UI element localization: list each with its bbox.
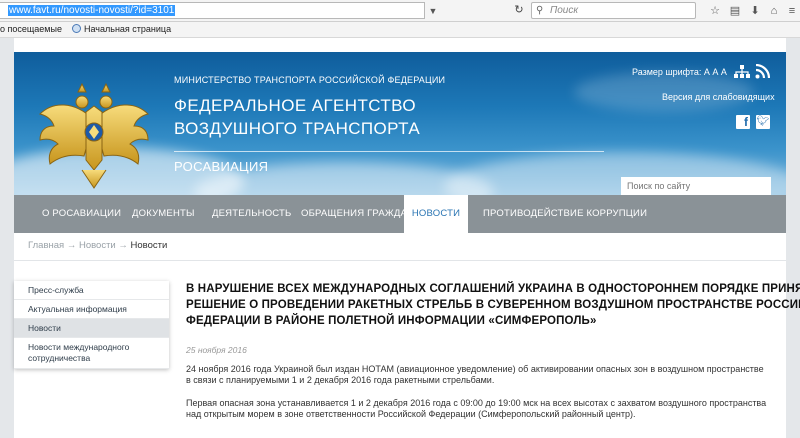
browser-search-placeholder: Поиск [550,5,579,16]
breadcrumb-section[interactable]: Новости [79,240,116,251]
search-icon: ⚲ [536,5,544,16]
low-vision-link[interactable]: Версия для слабовидящих [662,92,775,102]
breadcrumb-current: Новости [130,240,168,251]
nav-item-appeals[interactable]: ОБРАЩЕНИЯ ГРАЖДАН [301,195,414,233]
bookmark-home-page[interactable]: Начальная страница [72,22,171,37]
address-bar[interactable]: www.favt.ru/novosti-novosti/?id=3101 [0,2,425,19]
reload-icon[interactable]: ↻ [512,3,526,17]
font-size-switcher[interactable]: Размер шрифта: А А А [632,67,727,77]
twitter-icon[interactable]: 🐦︎ [756,115,770,129]
sidebar-item-international-news[interactable]: Новости международного сотрудничества [14,338,169,369]
nav-item-about[interactable]: О РОСАВИАЦИИ [42,195,121,233]
breadcrumb: Главная → Новости → Новости [28,240,167,251]
bookmarks-bar: о посещаемые Начальная страница [0,22,800,38]
facebook-icon[interactable]: f [736,115,750,129]
nav-item-anticorruption[interactable]: ПРОТИВОДЕЙСТВИЕ КОРРУПЦИИ [483,195,647,233]
article-paragraph: Первая опасная зона устанавливается 1 и … [186,398,767,419]
article-title: В НАРУШЕНИЕ ВСЕХ МЕЖДУНАРОДНЫХ СОГЛАШЕНИ… [186,283,800,327]
site-header: МИНИСТЕРСТВО ТРАНСПОРТА РОССИЙСКОЙ ФЕДЕР… [14,52,786,195]
browser-toolbar: www.favt.ru/novosti-novosti/?id=3101 ▼ ↻… [0,0,800,22]
download-icon[interactable]: ⬇ [748,4,762,18]
sidebar-item-press[interactable]: Пресс-служба [14,281,169,300]
breadcrumb-separator: → [66,240,77,251]
breadcrumb-home[interactable]: Главная [28,240,64,251]
ministry-name: МИНИСТЕРСТВО ТРАНСПОРТА РОССИЙСКОЙ ФЕДЕР… [174,75,446,85]
nav-item-news[interactable]: НОВОСТИ [404,195,468,233]
main-navigation: О РОСАВИАЦИИ ДОКУМЕНТЫ ДЕЯТЕЛЬНОСТЬ ОБРА… [14,195,786,233]
article-date: 25 ноября 2016 [186,345,247,355]
home-icon[interactable]: ⌂ [767,4,781,18]
sidebar-item-actual-info[interactable]: Актуальная информация [14,300,169,319]
article-paragraph: 24 ноября 2016 года Украиной был издан Н… [186,364,764,385]
nav-item-activity[interactable]: ДЕЯТЕЛЬНОСТЬ [212,195,291,233]
breadcrumb-divider [14,260,786,261]
site-search-input[interactable] [621,177,771,195]
browser-search-input[interactable]: ⚲ Поиск [531,2,696,19]
agency-name[interactable]: ФЕДЕРАЛЬНОЕ АГЕНТСТВО ВОЗДУШНОГО ТРАНСПО… [174,94,420,140]
bookmark-most-visited[interactable]: о посещаемые [0,22,62,37]
nav-item-documents[interactable]: ДОКУМЕНТЫ [132,195,195,233]
agency-short-name: РОСАВИАЦИЯ [174,159,269,174]
chevron-down-icon[interactable]: ▼ [427,5,439,17]
menu-icon[interactable]: ≡ [785,4,799,18]
eagle-emblem-icon [39,82,149,189]
star-icon[interactable]: ☆ [708,4,722,18]
clipboard-icon[interactable]: ▤ [728,4,742,18]
sitemap-icon[interactable] [734,65,750,78]
globe-icon [72,24,81,33]
header-divider [174,151,604,152]
sidebar-menu: Пресс-служба Актуальная информация Новос… [14,281,169,369]
sidebar-item-news[interactable]: Новости [14,319,169,338]
address-url: www.favt.ru/novosti-novosti/?id=3101 [8,5,176,16]
breadcrumb-separator: → [118,240,128,251]
rss-icon[interactable] [755,64,770,79]
website: МИНИСТЕРСТВО ТРАНСПОРТА РОССИЙСКОЙ ФЕДЕР… [14,38,800,438]
news-article: В НАРУШЕНИЕ ВСЕХ МЕЖДУНАРОДНЫХ СОГЛАШЕНИ… [186,281,800,420]
